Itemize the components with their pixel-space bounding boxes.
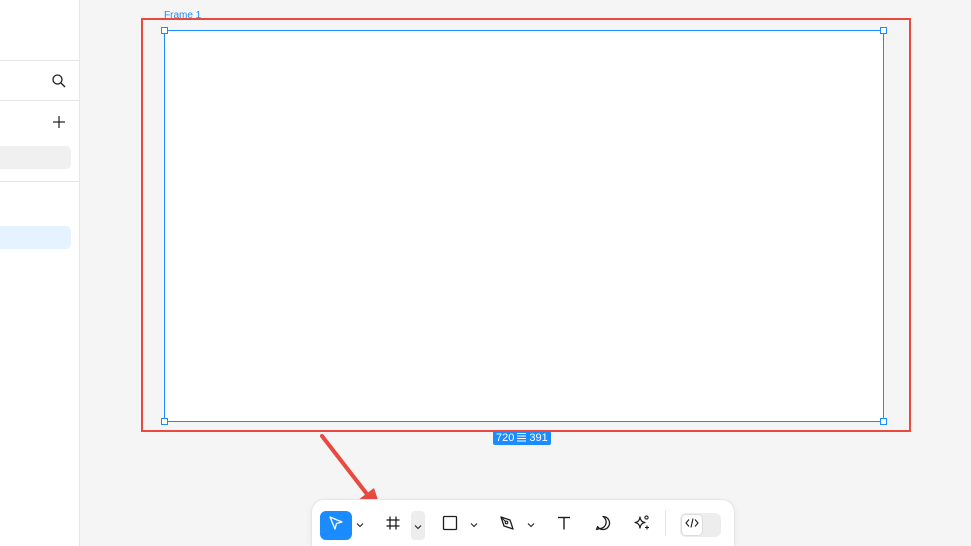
actions-tool-button[interactable]	[626, 511, 658, 540]
search-icon[interactable]	[51, 73, 67, 89]
layers-sidebar	[0, 0, 80, 546]
sidebar-divider	[0, 100, 79, 101]
pen-tool-button[interactable]	[491, 511, 523, 540]
bottom-toolbar	[312, 500, 734, 546]
comment-icon	[594, 514, 612, 537]
sparkle-icon	[633, 514, 651, 537]
dimension-separator-icon	[517, 433, 527, 443]
layer-item-selected[interactable]	[0, 226, 71, 249]
move-tool-dropdown[interactable]	[355, 518, 365, 530]
hash-icon	[385, 515, 401, 536]
dev-mode-toggle-knob	[681, 514, 703, 536]
page-item[interactable]	[0, 146, 71, 169]
sidebar-divider	[0, 181, 79, 182]
frame-name-label[interactable]: Frame 1	[164, 10, 201, 21]
shape-tool-dropdown[interactable]	[469, 518, 479, 530]
pen-tool-dropdown[interactable]	[526, 518, 536, 530]
frame-tool-button[interactable]	[377, 511, 409, 540]
toolbar-divider	[665, 510, 666, 536]
text-tool-button[interactable]	[548, 511, 580, 540]
move-tool-button[interactable]	[320, 511, 352, 540]
frame-tool-dropdown[interactable]	[411, 511, 425, 540]
chevron-down-icon	[356, 515, 364, 533]
resize-handle-bottom-left[interactable]	[161, 418, 168, 425]
chevron-down-icon	[414, 517, 422, 535]
chevron-down-icon	[470, 515, 478, 533]
square-icon	[442, 515, 458, 536]
shape-tool-button[interactable]	[434, 511, 466, 540]
plus-icon[interactable]	[51, 114, 67, 130]
dev-mode-toggle[interactable]	[680, 513, 721, 537]
cursor-icon	[328, 515, 344, 536]
pen-icon	[498, 514, 516, 537]
comment-tool-button[interactable]	[587, 511, 619, 540]
text-icon	[556, 515, 572, 536]
code-icon	[685, 516, 699, 534]
frame-size-badge: 720 391	[493, 431, 551, 445]
frame-height-value: 391	[529, 432, 548, 444]
frame-width-value: 720	[496, 432, 515, 444]
chevron-down-icon	[527, 515, 535, 533]
frame-1[interactable]	[164, 30, 884, 422]
resize-handle-bottom-right[interactable]	[880, 418, 887, 425]
resize-handle-top-right[interactable]	[880, 27, 887, 34]
sidebar-divider	[0, 60, 79, 61]
resize-handle-top-left[interactable]	[161, 27, 168, 34]
